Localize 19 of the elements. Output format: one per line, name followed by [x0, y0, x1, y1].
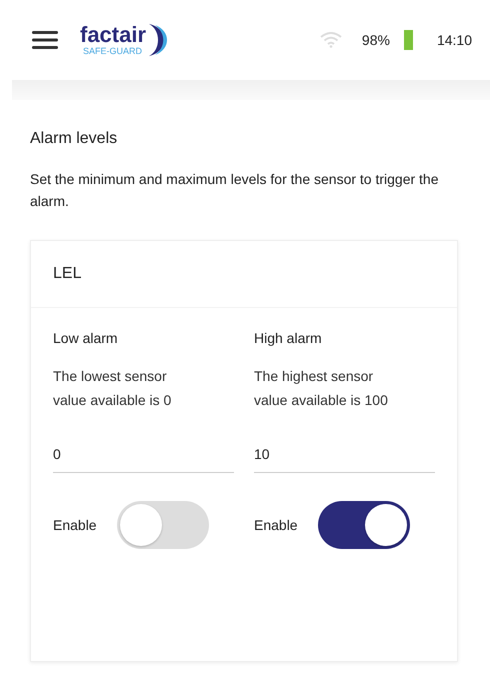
battery-percentage: 98% [362, 32, 390, 48]
enable-toggle[interactable] [318, 501, 410, 549]
logo-arc-icon [147, 22, 170, 58]
alarm-hint: The lowest sensor value available is 0 [53, 367, 172, 410]
logo-wordmark: factair [80, 24, 146, 46]
alarm-label: High alarm [254, 330, 323, 346]
card-title: LEL [31, 241, 457, 308]
battery-icon [404, 30, 413, 50]
logo-tagline: SAFE-GUARD [83, 47, 142, 56]
menu-icon[interactable] [32, 30, 58, 50]
section-description: Set the minimum and maximum levels for the sensor to trigger the alarm. [30, 170, 440, 211]
section-title: Alarm levels [30, 130, 118, 148]
wifi-icon [320, 32, 342, 48]
enable-toggle[interactable] [116, 501, 209, 549]
enable-label: Enable [53, 517, 97, 533]
alarm-hint: The highest sensor value available is 100 [254, 367, 389, 410]
alarm-label: Low alarm [53, 330, 119, 346]
enable-label: Enable [254, 517, 298, 533]
clock-time: 14:10 [436, 32, 472, 48]
